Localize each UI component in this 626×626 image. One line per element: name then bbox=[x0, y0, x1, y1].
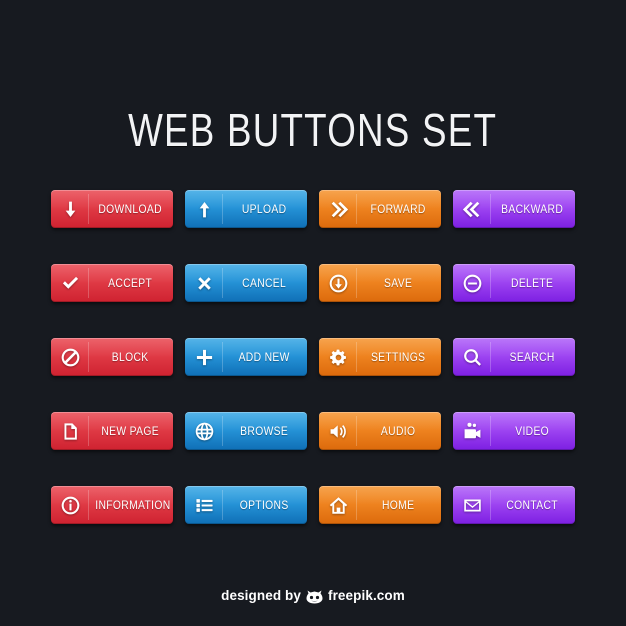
button-information[interactable]: INFORMATION bbox=[51, 486, 173, 524]
button-save[interactable]: SAVE bbox=[319, 264, 441, 302]
button-label: BROWSE bbox=[240, 424, 289, 438]
button-label: NEW PAGE bbox=[101, 424, 159, 438]
arrow-up-icon bbox=[185, 190, 223, 228]
button-label: VIDEO bbox=[515, 424, 550, 438]
button-audio[interactable]: AUDIO bbox=[319, 412, 441, 450]
button-label: ADD NEW bbox=[238, 350, 290, 364]
buttons-set-poster: WEB BUTTONS SET DOWNLOAD UPLOAD FORWARD BAC… bbox=[0, 0, 626, 626]
plus-icon bbox=[185, 338, 223, 376]
button-forward[interactable]: FORWARD bbox=[319, 190, 441, 228]
list-icon bbox=[185, 486, 223, 524]
speaker-icon bbox=[319, 412, 357, 450]
button-label: SETTINGS bbox=[370, 350, 426, 364]
button-video[interactable]: VIDEO bbox=[453, 412, 575, 450]
button-label: FORWARD bbox=[370, 202, 426, 216]
button-options[interactable]: OPTIONS bbox=[185, 486, 307, 524]
circle-minus-icon bbox=[453, 264, 491, 302]
check-icon bbox=[51, 264, 89, 302]
button-contact[interactable]: CONTACT bbox=[453, 486, 575, 524]
button-label: BACKWARD bbox=[501, 202, 564, 216]
button-accept[interactable]: ACCEPT bbox=[51, 264, 173, 302]
button-label: DELETE bbox=[511, 276, 554, 290]
home-icon bbox=[319, 486, 357, 524]
button-download[interactable]: DOWNLOAD bbox=[51, 190, 173, 228]
button-label: UPLOAD bbox=[241, 202, 287, 216]
button-label: SAVE bbox=[384, 276, 413, 290]
button-label: SEARCH bbox=[509, 350, 555, 364]
button-label: INFORMATION bbox=[95, 498, 171, 512]
button-settings[interactable]: SETTINGS bbox=[319, 338, 441, 376]
button-delete[interactable]: DELETE bbox=[453, 264, 575, 302]
button-search[interactable]: SEARCH bbox=[453, 338, 575, 376]
button-label: DOWNLOAD bbox=[98, 202, 162, 216]
info-circle-icon bbox=[51, 486, 89, 524]
page-icon bbox=[51, 412, 89, 450]
button-label: BLOCK bbox=[111, 350, 149, 364]
video-camera-icon bbox=[453, 412, 491, 450]
envelope-icon bbox=[453, 486, 491, 524]
footer-credit: designed by freepik.com bbox=[0, 588, 626, 603]
arrow-down-icon bbox=[51, 190, 89, 228]
button-add-new[interactable]: ADD NEW bbox=[185, 338, 307, 376]
double-chevron-right-icon bbox=[319, 190, 357, 228]
page-title-container: WEB BUTTONS SET bbox=[0, 104, 626, 156]
button-new-page[interactable]: NEW PAGE bbox=[51, 412, 173, 450]
button-browse[interactable]: BROWSE bbox=[185, 412, 307, 450]
buttons-grid: DOWNLOAD UPLOAD FORWARD BACKWARD ACCEPT CANCE… bbox=[51, 190, 579, 524]
button-upload[interactable]: UPLOAD bbox=[185, 190, 307, 228]
button-label: ACCEPT bbox=[108, 276, 153, 290]
button-block[interactable]: BLOCK bbox=[51, 338, 173, 376]
footer-prefix: designed by bbox=[221, 588, 301, 603]
button-backward[interactable]: BACKWARD bbox=[453, 190, 575, 228]
button-label: CANCEL bbox=[242, 276, 287, 290]
freepik-logo-icon bbox=[306, 590, 323, 604]
double-chevron-left-icon bbox=[453, 190, 491, 228]
button-cancel[interactable]: CANCEL bbox=[185, 264, 307, 302]
prohibition-icon bbox=[51, 338, 89, 376]
page-title: WEB BUTTONS SET bbox=[128, 104, 498, 156]
circle-arrow-down-icon bbox=[319, 264, 357, 302]
button-label: HOME bbox=[381, 498, 415, 512]
magnifier-icon bbox=[453, 338, 491, 376]
button-label: AUDIO bbox=[380, 424, 416, 438]
globe-icon bbox=[185, 412, 223, 450]
cross-icon bbox=[185, 264, 223, 302]
footer-brand: freepik.com bbox=[327, 588, 405, 603]
button-label: CONTACT bbox=[506, 498, 558, 512]
button-home[interactable]: HOME bbox=[319, 486, 441, 524]
button-label: OPTIONS bbox=[239, 498, 289, 512]
gear-icon bbox=[319, 338, 357, 376]
